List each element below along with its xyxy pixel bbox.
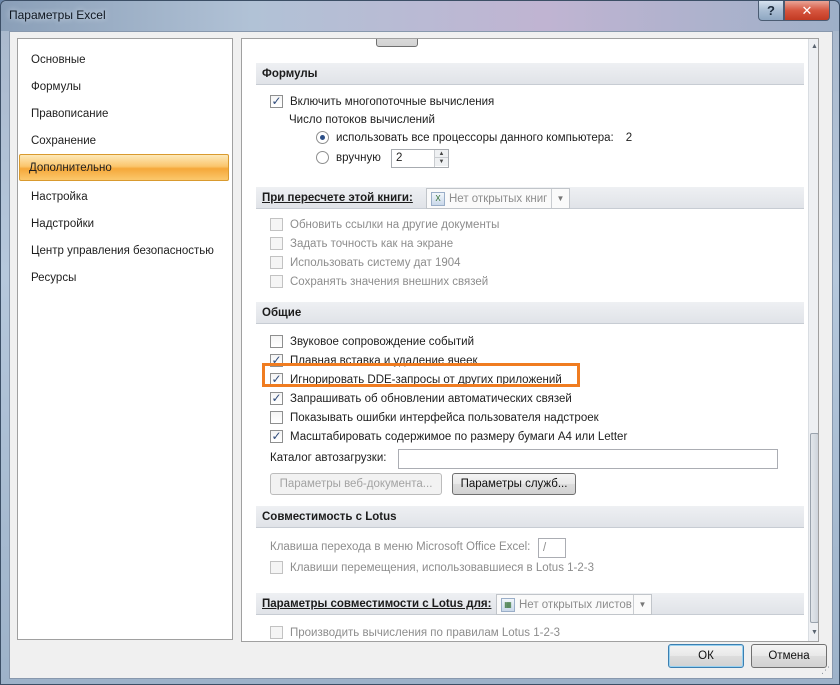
section-formulas-header: Формулы xyxy=(256,63,804,85)
lotus-sheet-combo[interactable]: ▦ Нет открытых листов ▼ xyxy=(496,594,652,615)
settings-panel: Формулы ✓ Включить многопоточные вычисле… xyxy=(241,38,819,642)
ask-update-links-option[interactable]: ✓ Запрашивать об обновлении автоматическ… xyxy=(270,392,572,405)
ignore-dde-option[interactable]: ✓ Игнорировать DDE-запросы от других при… xyxy=(270,373,562,386)
sound-feedback-label: Звуковое сопровождение событий xyxy=(290,335,475,348)
window-title: Параметры Excel xyxy=(9,8,106,22)
lotus-nav-keys-option[interactable]: Клавиши перемещения, использовавшиеся в … xyxy=(270,561,594,574)
update-links-checkbox[interactable] xyxy=(270,218,283,231)
nav-item-proofing[interactable]: Правописание xyxy=(22,101,228,128)
threads-spinner[interactable]: 2 ▲ ▼ xyxy=(391,149,449,168)
nav-item-advanced[interactable]: Дополнительно xyxy=(19,154,229,181)
lotus-formula-option[interactable]: Производить вычисления по правилам Lotus… xyxy=(270,626,560,639)
nav-item-save[interactable]: Сохранение xyxy=(22,128,228,155)
sound-feedback-checkbox[interactable] xyxy=(270,335,283,348)
lotus-nav-keys-checkbox[interactable] xyxy=(270,561,283,574)
manual-radio[interactable] xyxy=(316,151,329,164)
precision-option[interactable]: Задать точность как на экране xyxy=(270,237,453,250)
clipped-control xyxy=(376,39,418,47)
ignore-dde-label: Игнорировать DDE-запросы от других прило… xyxy=(290,373,562,386)
threads-spinner-value: 2 xyxy=(396,152,403,164)
update-links-option[interactable]: Обновить ссылки на другие документы xyxy=(270,218,499,231)
scrollbar-thumb[interactable] xyxy=(810,433,818,623)
animate-insert-label: Плавная вставка и удаление ячеек xyxy=(290,354,478,367)
threads-label: Число потоков вычислений xyxy=(289,114,435,126)
web-options-button[interactable]: Параметры веб-документа... xyxy=(270,473,442,495)
sheet-icon: ▦ xyxy=(501,597,515,612)
ask-update-links-checkbox[interactable]: ✓ xyxy=(270,392,283,405)
startup-folder-label: Каталог автозагрузки: xyxy=(270,452,387,464)
show-addin-errors-label: Показывать ошибки интерфейса пользовател… xyxy=(290,411,599,424)
lotus-nav-keys-label: Клавиши перемещения, использовавшиеся в … xyxy=(290,561,594,574)
vertical-scrollbar[interactable]: ▲ ▼ xyxy=(808,39,818,641)
ask-update-links-label: Запрашивать об обновлении автоматических… xyxy=(290,392,572,405)
recalc-header-label: При пересчете этой книги: xyxy=(262,192,413,204)
save-external-label: Сохранять значения внешних связей xyxy=(290,275,489,288)
spin-down-icon[interactable]: ▼ xyxy=(435,158,448,166)
recalc-workbook-combo[interactable]: X Нет открытых книг ▼ xyxy=(426,188,570,209)
cancel-button[interactable]: Отмена xyxy=(751,644,827,668)
category-nav: Основные Формулы Правописание Сохранение… xyxy=(17,38,233,640)
scale-a4-option[interactable]: ✓ Масштабировать содержимое по размеру б… xyxy=(270,430,627,443)
processor-count: 2 xyxy=(625,131,633,144)
use-all-processors-option[interactable]: использовать все процессоры данного комп… xyxy=(316,131,632,144)
date-1904-option[interactable]: Использовать систему дат 1904 xyxy=(270,256,461,269)
show-addin-errors-checkbox[interactable] xyxy=(270,411,283,424)
section-general-header: Общие xyxy=(256,302,804,324)
lotus-formula-label: Производить вычисления по правилам Lotus… xyxy=(290,626,561,639)
nav-item-addins[interactable]: Надстройки xyxy=(22,211,228,238)
scroll-down-icon[interactable]: ▼ xyxy=(810,627,818,639)
date-1904-checkbox[interactable] xyxy=(270,256,283,269)
title-bar[interactable]: Параметры Excel ? ✕ xyxy=(1,1,839,31)
spin-up-icon[interactable]: ▲ xyxy=(435,150,448,158)
save-external-option[interactable]: Сохранять значения внешних связей xyxy=(270,275,488,288)
lotus-formula-checkbox[interactable] xyxy=(270,626,283,639)
nav-item-trust-center[interactable]: Центр управления безопасностью xyxy=(22,238,228,265)
show-addin-errors-option[interactable]: Показывать ошибки интерфейса пользовател… xyxy=(270,411,599,424)
dialog-client: Основные Формулы Правописание Сохранение… xyxy=(9,31,833,679)
update-links-label: Обновить ссылки на другие документы xyxy=(290,218,500,231)
service-options-button[interactable]: Параметры служб... xyxy=(452,473,576,495)
help-button[interactable]: ? xyxy=(758,1,784,21)
scroll-up-icon[interactable]: ▲ xyxy=(810,41,818,53)
recalc-combo-value: Нет открытых книг xyxy=(449,192,548,205)
animate-insert-option[interactable]: ✓ Плавная вставка и удаление ячеек xyxy=(270,354,478,367)
multithread-option[interactable]: ✓ Включить многопоточные вычисления xyxy=(270,95,494,108)
menu-key-input[interactable]: / xyxy=(538,538,566,558)
section-lotus-header: Совместимость с Lotus xyxy=(256,506,804,528)
nav-item-resources[interactable]: Ресурсы xyxy=(22,265,228,292)
animate-insert-checkbox[interactable]: ✓ xyxy=(270,354,283,367)
chevron-down-icon[interactable]: ▼ xyxy=(551,189,569,208)
date-1904-label: Использовать систему дат 1904 xyxy=(290,256,461,269)
nav-item-formulas[interactable]: Формулы xyxy=(22,74,228,101)
nav-item-basic[interactable]: Основные xyxy=(22,47,228,74)
precision-label: Задать точность как на экране xyxy=(290,237,454,250)
nav-item-customize[interactable]: Настройка xyxy=(22,184,228,211)
scale-a4-checkbox[interactable]: ✓ xyxy=(270,430,283,443)
multithread-checkbox[interactable]: ✓ xyxy=(270,95,283,108)
close-button[interactable]: ✕ xyxy=(784,1,830,21)
excel-options-window: Параметры Excel ? ✕ Основные Формулы Пра… xyxy=(0,0,840,685)
save-external-checkbox[interactable] xyxy=(270,275,283,288)
chevron-down-icon[interactable]: ▼ xyxy=(633,595,651,614)
ok-button[interactable]: ОК xyxy=(668,644,744,668)
menu-key-label: Клавиша перехода в меню Microsoft Office… xyxy=(270,541,531,553)
ignore-dde-checkbox[interactable]: ✓ xyxy=(270,373,283,386)
manual-threads-option[interactable]: вручную xyxy=(316,151,381,164)
multithread-label: Включить многопоточные вычисления xyxy=(290,95,495,108)
use-all-label: использовать все процессоры данного комп… xyxy=(336,131,614,144)
lotus-combo-value: Нет открытых листов xyxy=(519,598,632,611)
sound-feedback-option[interactable]: Звуковое сопровождение событий xyxy=(270,335,474,348)
lotus-params-header-label: Параметры совместимости с Lotus для: xyxy=(262,598,492,610)
resize-grip-icon[interactable]: ⋰ xyxy=(821,665,830,676)
startup-folder-input[interactable] xyxy=(398,449,778,469)
use-all-radio[interactable] xyxy=(316,131,329,144)
manual-label: вручную xyxy=(336,151,381,164)
workbook-icon: X xyxy=(431,191,445,206)
scale-a4-label: Масштабировать содержимое по размеру бум… xyxy=(290,430,628,443)
precision-checkbox[interactable] xyxy=(270,237,283,250)
